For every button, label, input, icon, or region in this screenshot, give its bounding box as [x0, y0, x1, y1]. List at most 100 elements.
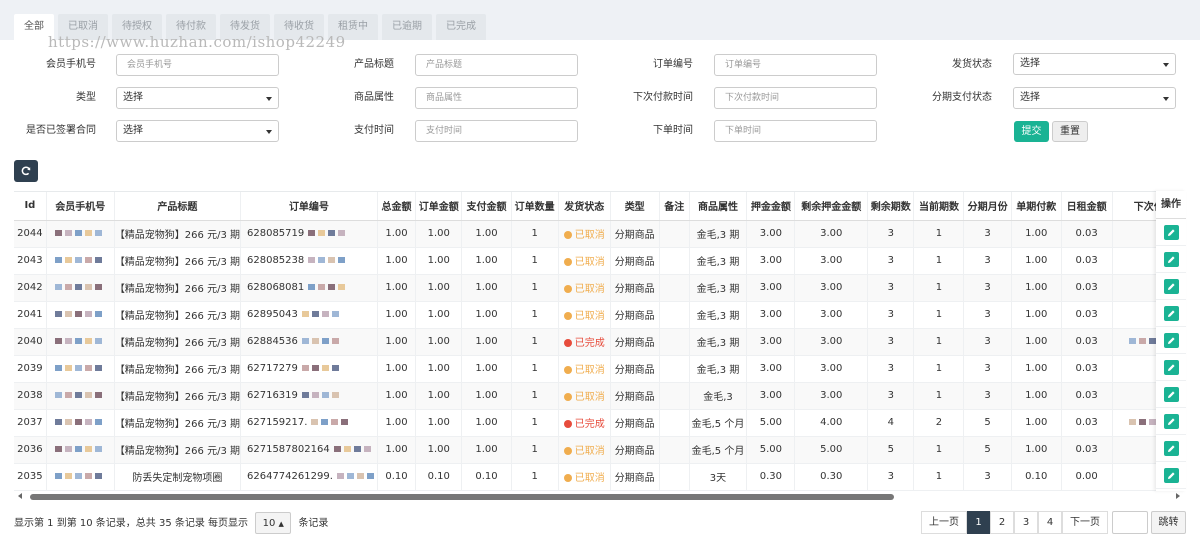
masked-pixel [95, 230, 103, 236]
submit-button[interactable]: 提交 [1014, 121, 1049, 142]
status-dot-icon [563, 447, 572, 455]
edit-button[interactable] [1164, 441, 1179, 456]
col-per-payment[interactable]: 单期付款 [1011, 192, 1062, 221]
reset-button[interactable]: 重置 [1052, 121, 1088, 142]
edit-button[interactable] [1164, 252, 1179, 267]
cell-type: 分期商品 [610, 355, 660, 383]
scroll-left-icon[interactable] [18, 493, 22, 499]
page-1-button[interactable]: 1 [967, 511, 990, 534]
installment-status-select[interactable]: 选择 [1013, 87, 1176, 109]
scrollbar-thumb[interactable] [30, 494, 894, 500]
col-deposit[interactable]: 押金金额 [746, 192, 796, 221]
col-order-amount[interactable]: 订单金额 [415, 192, 463, 221]
refresh-button[interactable] [14, 160, 38, 182]
table-row[interactable]: 2035 防丢失定制宠物项圈 6264774261299. 0.10 0.10 0.10 1… [14, 463, 1186, 491]
col-order-no[interactable]: 订单编号 [240, 192, 378, 221]
page-4-button[interactable]: 4 [1038, 511, 1062, 534]
contract-signed-select[interactable]: 选择 [116, 120, 279, 142]
col-type[interactable]: 类型 [610, 192, 660, 221]
cell-daily-rent: 0.03 [1061, 220, 1113, 248]
jump-button[interactable]: 跳转 [1151, 511, 1186, 534]
cell-deposit: 3.00 [746, 220, 796, 248]
cell-installment-months: 3 [963, 301, 1012, 329]
edit-button[interactable] [1164, 225, 1179, 240]
edit-button[interactable] [1164, 279, 1179, 294]
next-pay-time-input[interactable]: 下次付款时间 [714, 87, 877, 109]
col-id[interactable]: Id [14, 192, 47, 221]
col-paid-amount[interactable]: 支付金额 [461, 192, 512, 221]
table-row[interactable]: 2044 【精品宠物狗】266 元/3 期 628085719 1.00 1.00 1.0… [14, 220, 1186, 248]
cell-remaining-periods: 5 [867, 436, 915, 464]
edit-button[interactable] [1164, 387, 1179, 402]
masked-pixel [95, 392, 103, 398]
edit-button[interactable] [1164, 306, 1179, 321]
cell-daily-rent: 0.03 [1061, 247, 1113, 275]
scroll-right-icon[interactable] [1176, 493, 1180, 499]
edit-button[interactable] [1164, 414, 1179, 429]
type-select[interactable]: 选择 [116, 87, 279, 109]
cell-installment-months: 3 [963, 355, 1012, 383]
ops-cell [1156, 219, 1186, 246]
masked-pixel [65, 338, 73, 344]
cell-remaining-deposit: 3.00 [794, 274, 869, 302]
col-product-title[interactable]: 产品标题 [114, 192, 242, 221]
col-remaining-deposit[interactable]: 剩余押金金额 [794, 192, 869, 221]
status-dot-icon [563, 474, 572, 482]
horizontal-scrollbar[interactable] [14, 491, 1186, 503]
edit-button[interactable] [1164, 360, 1179, 375]
product-title-input[interactable]: 产品标题 [415, 54, 578, 76]
col-daily-rent[interactable]: 日租金额 [1061, 192, 1113, 221]
masked-pixel [95, 473, 103, 479]
col-ship-status[interactable]: 发货状态 [558, 192, 611, 221]
masked-pixel [65, 365, 73, 371]
cell-remaining-deposit: 3.00 [794, 301, 869, 329]
masked-pixel [65, 311, 73, 317]
prev-page-button[interactable]: 上一页 [921, 511, 967, 534]
table-row[interactable]: 2041 【精品宠物狗】266 元/3 期 62895043 1.00 1.00 1.00… [14, 301, 1186, 329]
table-row[interactable]: 2037 【精品宠物狗】266 元/3 期 627159217. 1.00 1.00 1.… [14, 409, 1186, 437]
ship-status-select[interactable]: 选择 [1013, 53, 1176, 75]
cell-order-amount: 1.00 [415, 247, 463, 275]
ops-cell [1156, 327, 1186, 354]
table-row[interactable]: 2038 【精品宠物狗】266 元/3 期 62716319 1.00 1.00 1.00… [14, 382, 1186, 410]
col-member-phone[interactable]: 会员手机号 [46, 192, 115, 221]
page-2-button[interactable]: 2 [990, 511, 1014, 534]
cell-paid-amount: 1.00 [461, 436, 512, 464]
order-time-input[interactable]: 下单时间 [714, 120, 877, 142]
table-row[interactable]: 2039 【精品宠物狗】266 元/3 期 62717279 1.00 1.00 1.00… [14, 355, 1186, 383]
table-row[interactable]: 2036 【精品宠物狗】266 元/3 期 6271587802164 1.00 1.0… [14, 436, 1186, 464]
pay-time-input[interactable]: 支付时间 [415, 120, 578, 142]
col-goods-attr[interactable]: 商品属性 [689, 192, 748, 221]
page-size-dropdown[interactable]: 10 ▲ [255, 512, 292, 534]
cell-note [659, 436, 690, 464]
table-row[interactable]: 2043 【精品宠物狗】266 元/3 期 628085238 1.00 1.00 1.0… [14, 247, 1186, 275]
order-no-input[interactable]: 订单编号 [714, 54, 877, 76]
edit-button[interactable] [1164, 333, 1179, 348]
edit-button[interactable] [1164, 468, 1179, 483]
tab-completed[interactable]: 已完成 [436, 14, 486, 40]
tab-overdue[interactable]: 已逾期 [382, 14, 432, 40]
cell-total: 1.00 [377, 301, 417, 329]
edit-icon [1168, 472, 1175, 479]
table-row[interactable]: 2040 【精品宠物狗】266 元/3 期 62884536 1.00 1.00 1.00… [14, 328, 1186, 356]
cell-order-no: 628085719 [240, 220, 378, 248]
goods-attr-input[interactable]: 商品属性 [415, 87, 578, 109]
col-remaining-periods[interactable]: 剩余期数 [867, 192, 915, 221]
col-note[interactable]: 备注 [659, 192, 690, 221]
status-text: 已取消 [574, 257, 605, 268]
page-3-button[interactable]: 3 [1014, 511, 1038, 534]
col-current-period[interactable]: 当前期数 [913, 192, 965, 221]
table-row[interactable]: 2042 【精品宠物狗】266 元/3 期 628068081 1.00 1.00 1.0… [14, 274, 1186, 302]
col-total[interactable]: 总金额 [377, 192, 417, 221]
order-list-panel: 全部 已取消 待授权 待付款 待发货 待收货 租赁中 已逾期 已完成 https… [0, 0, 1200, 554]
status-text: 已取消 [574, 392, 605, 403]
col-quantity[interactable]: 订单数量 [511, 192, 559, 221]
jump-page-input[interactable] [1112, 511, 1148, 534]
next-page-button[interactable]: 下一页 [1062, 511, 1108, 534]
order-no-text: 62895043 [247, 309, 298, 320]
cell-note [659, 247, 690, 275]
col-installment-months[interactable]: 分期月份 [963, 192, 1012, 221]
ops-cell [1156, 435, 1186, 462]
member-phone-input[interactable]: 会员手机号 [116, 54, 279, 76]
cell-remaining-deposit: 3.00 [794, 247, 869, 275]
